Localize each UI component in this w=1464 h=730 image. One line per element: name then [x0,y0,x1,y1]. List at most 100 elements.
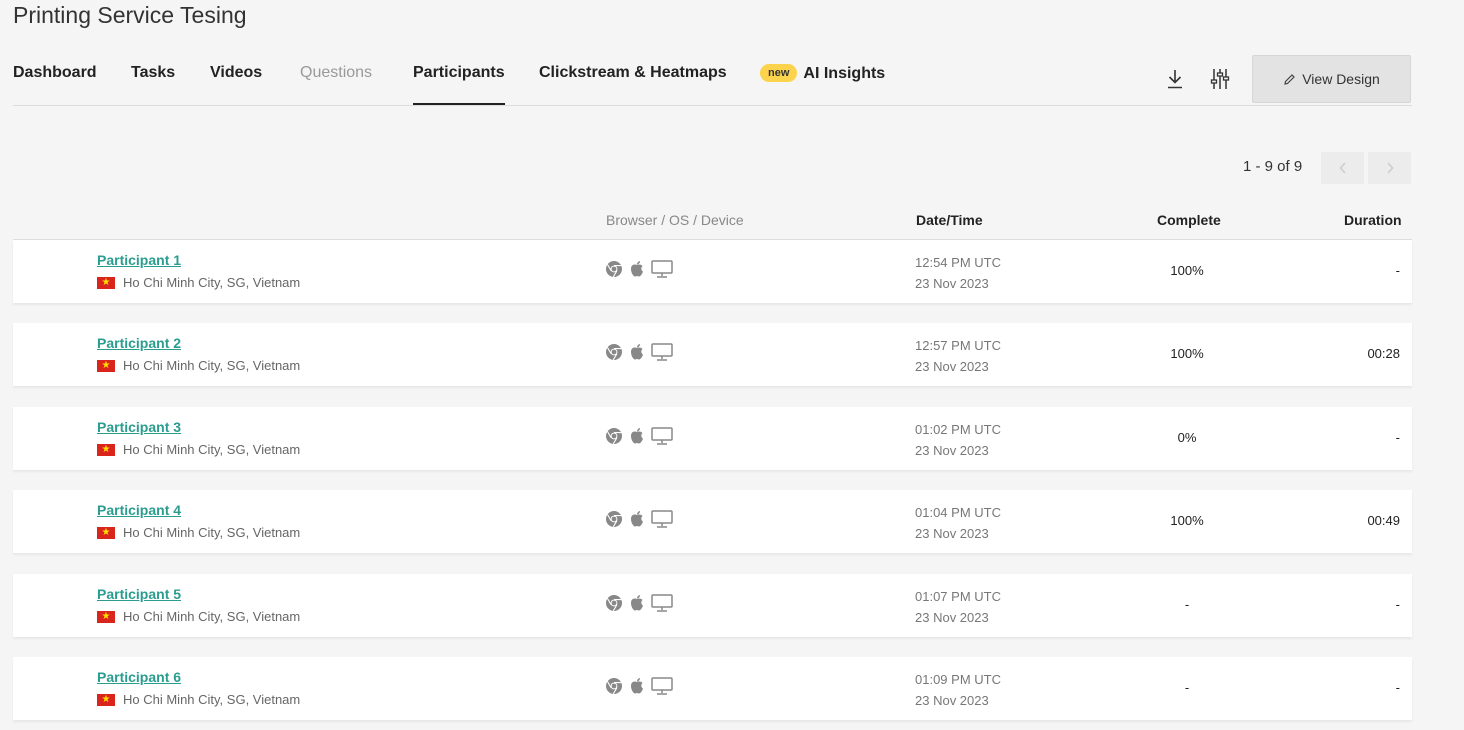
duration-value: 00:49 [1367,513,1400,528]
complete-value: 100% [1170,513,1204,528]
complete-value: 0% [1177,430,1197,445]
datetime: 12:57 PM UTC 23 Nov 2023 [915,335,1001,377]
pagination-text: 1 - 9 of 9 [1243,158,1303,175]
table-row: Participant 6 ★ Ho Chi Minh City, SG, Vi… [13,657,1412,720]
location-text: Ho Chi Minh City, SG, Vietnam [123,442,301,457]
tab-questions[interactable]: Questions [300,64,372,105]
vietnam-flag-icon: ★ [97,693,115,706]
desktop-icon [651,260,673,278]
tab-ai-insights-label: AI Insights [803,65,886,82]
complete-value: 100% [1170,346,1204,361]
date-text: 23 Nov 2023 [915,526,989,541]
column-header-browser: Browser / OS / Device [606,212,744,228]
location-text: Ho Chi Minh City, SG, Vietnam [123,358,301,373]
view-design-button[interactable]: View Design [1252,55,1411,103]
table-row: Participant 5 ★ Ho Chi Minh City, SG, Vi… [13,574,1412,637]
tab-clickstream-heatmaps[interactable]: Clickstream & Heatmaps [539,64,727,105]
complete-value: - [1184,680,1190,695]
complete-value: - [1184,597,1190,612]
page-title: Printing Service Tesing [13,2,247,28]
tab-tasks[interactable]: Tasks [131,64,175,105]
datetime: 12:54 PM UTC 23 Nov 2023 [915,252,1001,294]
tab-participants[interactable]: Participants [413,64,505,105]
desktop-icon [651,677,673,695]
duration-value: - [1395,680,1400,695]
location: ★ Ho Chi Minh City, SG, Vietnam [97,692,300,707]
time-text: 01:09 PM UTC [915,672,1001,687]
location: ★ Ho Chi Minh City, SG, Vietnam [97,525,300,540]
device-info [605,260,673,278]
tab-dashboard[interactable]: Dashboard [13,64,97,105]
nav-tabs: Dashboard Tasks Videos Questions Partici… [13,52,1412,106]
datetime: 01:02 PM UTC 23 Nov 2023 [915,419,1001,461]
view-design-label: View Design [1302,71,1380,87]
date-text: 23 Nov 2023 [915,276,989,291]
next-page-button[interactable] [1368,152,1411,184]
apple-icon [631,511,643,527]
location-text: Ho Chi Minh City, SG, Vietnam [123,525,301,540]
chrome-icon [606,428,622,445]
pencil-icon [1284,73,1296,85]
desktop-icon [651,427,673,445]
table-row: Participant 1 ★ Ho Chi Minh City, SG, Vi… [13,240,1412,303]
vietnam-flag-icon: ★ [97,526,115,539]
chrome-icon [606,261,622,278]
apple-icon [631,344,643,360]
location: ★ Ho Chi Minh City, SG, Vietnam [97,275,300,290]
duration-value: 00:28 [1367,346,1400,361]
chrome-icon [606,678,622,695]
apple-icon [631,678,643,694]
time-text: 01:04 PM UTC [915,505,1001,520]
participant-link[interactable]: Participant 6 [97,669,181,685]
location: ★ Ho Chi Minh City, SG, Vietnam [97,358,300,373]
complete-value: 100% [1170,263,1204,278]
location-text: Ho Chi Minh City, SG, Vietnam [123,609,301,624]
duration-value: - [1395,430,1400,445]
vietnam-flag-icon: ★ [97,276,115,289]
device-info [605,343,673,361]
date-text: 23 Nov 2023 [915,610,989,625]
participant-link[interactable]: Participant 4 [97,502,181,518]
location-text: Ho Chi Minh City, SG, Vietnam [123,692,301,707]
filter-sliders-icon[interactable] [1206,65,1234,93]
new-badge: new [760,64,798,82]
participant-link[interactable]: Participant 2 [97,335,181,351]
apple-icon [631,595,643,611]
device-info [605,677,673,695]
device-info [605,594,673,612]
desktop-icon [651,510,673,528]
chrome-icon [606,595,622,612]
download-icon[interactable] [1161,65,1189,93]
table-row: Participant 4 ★ Ho Chi Minh City, SG, Vi… [13,490,1412,553]
apple-icon [631,428,643,444]
date-text: 23 Nov 2023 [915,443,989,458]
participant-link[interactable]: Participant 5 [97,586,181,602]
time-text: 12:54 PM UTC [915,255,1001,270]
column-header-duration[interactable]: Duration [1344,212,1402,228]
column-header-datetime[interactable]: Date/Time [916,212,983,228]
chrome-icon [606,511,622,528]
column-header-complete[interactable]: Complete [1157,212,1221,228]
apple-icon [631,261,643,277]
location: ★ Ho Chi Minh City, SG, Vietnam [97,609,300,624]
desktop-icon [651,594,673,612]
chrome-icon [606,344,622,361]
prev-page-button[interactable] [1321,152,1364,184]
tab-ai-insights[interactable]: new AI Insights [760,64,885,105]
date-text: 23 Nov 2023 [915,693,989,708]
table-row: Participant 2 ★ Ho Chi Minh City, SG, Vi… [13,323,1412,386]
location-text: Ho Chi Minh City, SG, Vietnam [123,275,301,290]
vietnam-flag-icon: ★ [97,359,115,372]
participant-link[interactable]: Participant 1 [97,252,181,268]
vietnam-flag-icon: ★ [97,443,115,456]
date-text: 23 Nov 2023 [915,359,989,374]
time-text: 01:07 PM UTC [915,589,1001,604]
chevron-right-icon [1386,162,1394,174]
vietnam-flag-icon: ★ [97,610,115,623]
time-text: 12:57 PM UTC [915,338,1001,353]
chevron-left-icon [1338,162,1346,174]
location: ★ Ho Chi Minh City, SG, Vietnam [97,442,300,457]
tab-videos[interactable]: Videos [210,64,262,105]
desktop-icon [651,343,673,361]
participant-link[interactable]: Participant 3 [97,419,181,435]
